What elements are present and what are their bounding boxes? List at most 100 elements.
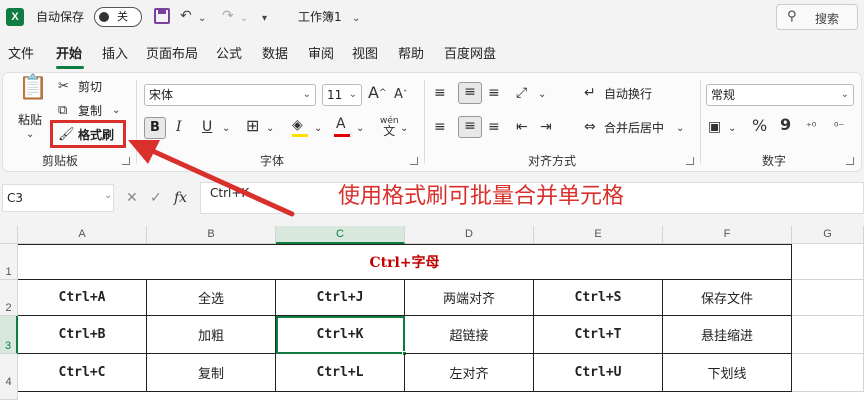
cell-f2[interactable]: 保存文件 bbox=[663, 280, 792, 316]
font-name-combo[interactable]: 宋体 ⌄ bbox=[144, 84, 316, 106]
cell-c2[interactable]: Ctrl+J bbox=[276, 280, 405, 316]
cell-b3[interactable]: 加粗 bbox=[147, 316, 276, 354]
row-header-2[interactable]: 2 bbox=[0, 280, 18, 316]
column-header-f[interactable]: F bbox=[663, 226, 792, 244]
column-header-d[interactable]: D bbox=[405, 226, 534, 244]
redo-dropdown-icon[interactable]: ⌄ bbox=[240, 9, 248, 29]
number-format-combo[interactable]: 常规 ⌄ bbox=[706, 84, 854, 106]
undo-icon[interactable]: ↶ bbox=[180, 6, 192, 26]
currency-icon[interactable]: ▣ bbox=[708, 118, 721, 136]
orientation-dropdown-icon[interactable]: ⌄ bbox=[538, 86, 546, 104]
cell-a4[interactable]: Ctrl+C bbox=[18, 354, 147, 392]
align-center-icon[interactable]: ≡ bbox=[458, 116, 482, 138]
paste-icon[interactable]: 📋 bbox=[18, 75, 48, 108]
alignment-launcher-icon[interactable] bbox=[686, 157, 694, 165]
decrease-indent-icon[interactable]: ⇤ bbox=[516, 118, 528, 136]
save-icon[interactable] bbox=[154, 8, 170, 24]
autosave-toggle[interactable]: 关 bbox=[94, 7, 142, 27]
wrap-text-icon[interactable]: ↵ bbox=[584, 84, 596, 102]
cell-c4[interactable]: Ctrl+L bbox=[276, 354, 405, 392]
undo-dropdown-icon[interactable]: ⌄ bbox=[198, 9, 206, 29]
phonetic-icon[interactable]: wén 文 bbox=[380, 116, 399, 138]
merge-center-label[interactable]: 合并后居中 bbox=[604, 120, 664, 136]
grow-font-icon[interactable]: A^ bbox=[368, 84, 387, 102]
fill-dropdown-icon[interactable]: ⌄ bbox=[314, 120, 322, 138]
scissors-icon[interactable]: ✂ bbox=[58, 78, 69, 96]
tab-data[interactable]: 数据 bbox=[262, 45, 288, 65]
percent-button[interactable]: % bbox=[752, 117, 767, 135]
namebox-dropdown-icon[interactable]: ⌄ bbox=[104, 190, 112, 201]
search-box[interactable]: ⚲ 搜索 bbox=[776, 4, 858, 30]
font-size-combo[interactable]: 11 ⌄ bbox=[322, 84, 362, 106]
cell-d4[interactable]: 左对齐 bbox=[405, 354, 534, 392]
cell-d3[interactable]: 超链接 bbox=[405, 316, 534, 354]
column-header-b[interactable]: B bbox=[147, 226, 276, 244]
cell-b4[interactable]: 复制 bbox=[147, 354, 276, 392]
tab-formulas[interactable]: 公式 bbox=[216, 45, 242, 65]
tab-insert[interactable]: 插入 bbox=[102, 45, 128, 65]
merge-center-icon[interactable]: ⇔ bbox=[584, 118, 596, 136]
phonetic-dropdown-icon[interactable]: ⌄ bbox=[400, 120, 408, 138]
align-top-icon[interactable]: ≡ bbox=[434, 84, 446, 102]
comma-style-button[interactable]: 9 bbox=[780, 116, 791, 134]
font-size-value: 11 bbox=[327, 88, 343, 102]
name-box[interactable]: C3 bbox=[2, 184, 114, 212]
decrease-decimal-icon[interactable]: ⁰⁻ bbox=[834, 118, 844, 136]
cell-f3[interactable]: 悬挂缩进 bbox=[663, 316, 792, 354]
cell-a3[interactable]: Ctrl+B bbox=[18, 316, 147, 354]
increase-decimal-icon[interactable]: ⁺⁰ bbox=[806, 118, 816, 136]
cell-g3[interactable] bbox=[792, 316, 864, 354]
wrap-text-label[interactable]: 自动换行 bbox=[604, 86, 652, 102]
increase-indent-icon[interactable]: ⇥ bbox=[540, 118, 552, 136]
cell-b2[interactable]: 全选 bbox=[147, 280, 276, 316]
tab-review[interactable]: 审阅 bbox=[308, 45, 334, 65]
tab-help[interactable]: 帮助 bbox=[398, 45, 424, 65]
column-header-c[interactable]: C bbox=[276, 226, 405, 244]
copy-dropdown-icon[interactable]: ⌄ bbox=[112, 102, 120, 120]
align-middle-icon[interactable]: ≡ bbox=[458, 82, 482, 104]
cut-label[interactable]: 剪切 bbox=[78, 79, 102, 95]
currency-dropdown-icon[interactable]: ⌄ bbox=[728, 120, 736, 138]
column-header-g[interactable]: G bbox=[792, 226, 864, 244]
column-header-e[interactable]: E bbox=[534, 226, 663, 244]
number-launcher-icon[interactable] bbox=[846, 157, 854, 165]
paste-dropdown-icon[interactable]: ⌄ bbox=[26, 126, 34, 144]
select-all-corner[interactable] bbox=[0, 226, 18, 244]
font-color-button[interactable]: A bbox=[336, 115, 346, 133]
orientation-icon[interactable]: ⤢ bbox=[516, 84, 527, 102]
font-color-dropdown-icon[interactable]: ⌄ bbox=[356, 120, 364, 138]
align-bottom-icon[interactable]: ≡ bbox=[488, 84, 500, 102]
tab-baidu-netdisk[interactable]: 百度网盘 bbox=[444, 45, 496, 65]
cell-e4[interactable]: Ctrl+U bbox=[534, 354, 663, 392]
shrink-font-icon[interactable]: Aˇ bbox=[394, 86, 407, 104]
redo-icon[interactable]: ↷ bbox=[222, 6, 234, 26]
cell-c3-active[interactable]: Ctrl+K bbox=[276, 316, 405, 354]
cell-f4[interactable]: 下划线 bbox=[663, 354, 792, 392]
cell-g1[interactable] bbox=[792, 244, 864, 280]
number-group-label: 数字 bbox=[762, 154, 787, 168]
copy-label[interactable]: 复制 bbox=[78, 103, 102, 119]
row-header-3[interactable]: 3 bbox=[0, 316, 18, 354]
cell-g4[interactable] bbox=[792, 354, 864, 392]
tab-home[interactable]: 开始 bbox=[56, 45, 82, 65]
cell-e2[interactable]: Ctrl+S bbox=[534, 280, 663, 316]
tab-file[interactable]: 文件 bbox=[8, 45, 34, 65]
customize-toolbar-icon[interactable]: ▾ bbox=[262, 9, 267, 29]
sheet-title-cell[interactable]: Ctrl+字母 bbox=[18, 244, 792, 280]
cell-a2[interactable]: Ctrl+A bbox=[18, 280, 147, 316]
row-header-4[interactable]: 4 bbox=[0, 354, 18, 400]
tab-view[interactable]: 视图 bbox=[352, 45, 378, 65]
alignment-group-label: 对齐方式 bbox=[528, 154, 577, 168]
align-left-icon[interactable]: ≡ bbox=[434, 118, 446, 136]
column-header-a[interactable]: A bbox=[18, 226, 147, 244]
cell-e3[interactable]: Ctrl+T bbox=[534, 316, 663, 354]
cell-d2[interactable]: 两端对齐 bbox=[405, 280, 534, 316]
copy-icon[interactable]: ⧉ bbox=[58, 102, 67, 120]
title-dropdown-icon[interactable]: ⌄ bbox=[352, 9, 360, 29]
merge-dropdown-icon[interactable]: ⌄ bbox=[676, 120, 684, 138]
align-right-icon[interactable]: ≡ bbox=[488, 118, 500, 136]
cell-g2[interactable] bbox=[792, 280, 864, 316]
font-launcher-icon[interactable] bbox=[410, 157, 418, 165]
row-header-1[interactable]: 1 bbox=[0, 244, 18, 280]
tab-page-layout[interactable]: 页面布局 bbox=[146, 45, 198, 65]
